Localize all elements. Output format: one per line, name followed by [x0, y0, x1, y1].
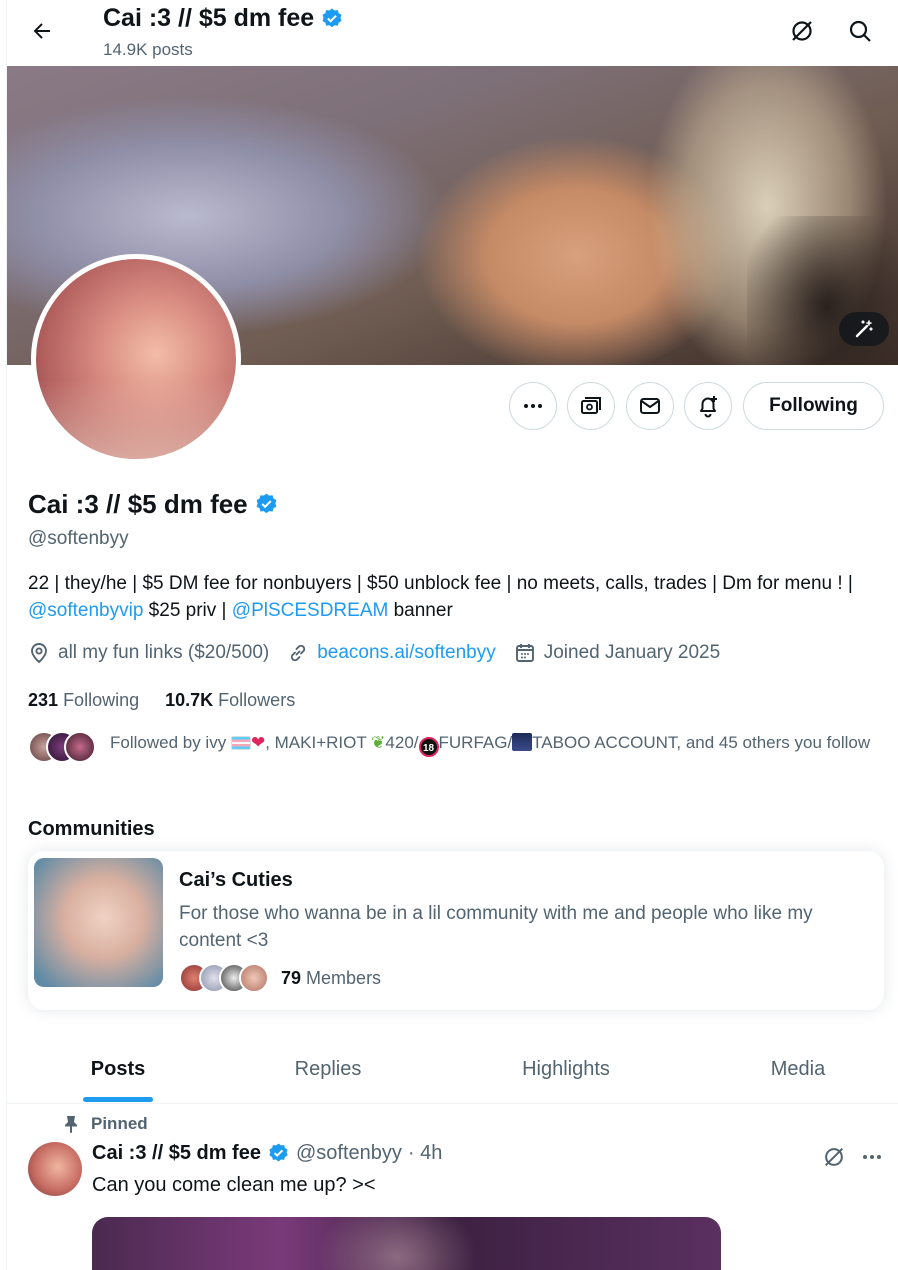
- post-author-avatar[interactable]: [28, 1142, 82, 1196]
- tab-posts[interactable]: Posts: [62, 1035, 174, 1104]
- more-button[interactable]: [509, 382, 557, 430]
- more-icon: [524, 404, 542, 408]
- notifications-button[interactable]: [684, 382, 732, 430]
- post-author-handle[interactable]: @softenbyy: [296, 1142, 402, 1165]
- location-icon: [31, 643, 47, 664]
- community-member-count: 79 Members: [281, 967, 382, 988]
- transgender-flag-icon: [230, 736, 251, 750]
- profile-website[interactable]: beacons.ai/softenbyy: [287, 642, 496, 664]
- bio-mention-link[interactable]: @PlSCESDREAM: [232, 600, 389, 621]
- profile-stats: 231 Following 10.7K Followers: [28, 690, 295, 711]
- active-tab-indicator: [83, 1097, 153, 1102]
- verified-badge-icon: [322, 8, 342, 27]
- avatar: [239, 963, 269, 993]
- profile-meta: all my fun links ($20/500) beacons.ai/so…: [28, 642, 720, 664]
- header-title: Cai :3 // $5 dm fee: [103, 4, 344, 33]
- website-link[interactable]: beacons.ai/softenbyy: [317, 642, 496, 664]
- profile-avatar[interactable]: [31, 254, 241, 464]
- edit-image-button[interactable]: [839, 312, 889, 346]
- followed-by-avatars: [28, 731, 98, 763]
- community-description: For those who wanna be in a lil communit…: [179, 903, 813, 951]
- post-more-button[interactable]: [857, 1142, 887, 1172]
- community-image: [34, 858, 163, 987]
- back-arrow-icon: [33, 23, 50, 39]
- tab-highlights[interactable]: Highlights: [497, 1035, 635, 1104]
- post-author-name[interactable]: Cai :3 // $5 dm fee: [92, 1142, 261, 1165]
- search-button[interactable]: [843, 14, 877, 48]
- no-under-18-icon: 18: [418, 737, 439, 757]
- pinned-label: Pinned: [63, 1114, 148, 1134]
- grok-icon: [792, 21, 812, 41]
- profile-page: Cai :3 // $5 dm fee 14.9K posts Followin…: [6, 0, 898, 1270]
- communities-heading: Communities: [28, 818, 155, 840]
- profile-bio: 22 | they/he | $5 DM fee for nonbuyers |…: [28, 573, 853, 621]
- community-card[interactable]: Cai’s Cuties For those who wanna be in a…: [28, 851, 884, 1010]
- subscribe-button[interactable]: [567, 382, 615, 430]
- profile-name: Cai :3 // $5 dm fee: [28, 489, 279, 520]
- avatar: [64, 731, 96, 763]
- post-timestamp[interactable]: · 4h: [408, 1142, 442, 1165]
- pin-icon: [65, 1116, 77, 1133]
- bio-mention-link[interactable]: @softenbyvip: [28, 600, 143, 621]
- post-media-image[interactable]: [92, 1217, 721, 1270]
- message-icon: [640, 398, 660, 414]
- profile-tabs: Posts Replies Highlights Media: [7, 1035, 898, 1104]
- tab-media[interactable]: Media: [749, 1035, 847, 1104]
- grok-button[interactable]: [785, 14, 819, 48]
- profile-joined: Joined January 2025: [514, 642, 720, 664]
- leaf-icon: ❦: [371, 733, 386, 752]
- profile-handle: @softenbyy: [28, 528, 129, 549]
- post-header: Cai :3 // $5 dm fee @softenbyy · 4h: [92, 1142, 442, 1165]
- calendar-icon: [515, 644, 534, 662]
- followers-count-link[interactable]: 10.7K Followers: [165, 690, 295, 711]
- search-icon: [849, 20, 871, 42]
- header-post-count: 14.9K posts: [103, 40, 193, 59]
- night-city-icon: [512, 733, 533, 751]
- profile-display-name: Cai :3 // $5 dm fee: [28, 489, 248, 519]
- following-count-link[interactable]: 231 Following: [28, 690, 139, 711]
- community-members: 79 Members: [179, 962, 381, 994]
- profile-location: all my fun links ($20/500): [28, 642, 269, 664]
- link-icon: [291, 644, 306, 662]
- community-name: Cai’s Cuties: [179, 869, 293, 891]
- more-icon: [863, 1155, 881, 1159]
- header-name: Cai :3 // $5 dm fee: [103, 4, 315, 32]
- top-header: Cai :3 // $5 dm fee 14.9K posts: [7, 0, 898, 66]
- post-text: Can you come clean me up? ><: [92, 1174, 376, 1196]
- heart-icon: ❤: [250, 733, 266, 752]
- following-button[interactable]: Following: [743, 382, 884, 430]
- grok-icon: [824, 1147, 844, 1167]
- tab-replies[interactable]: Replies: [273, 1035, 383, 1104]
- verified-badge-icon: [269, 1143, 288, 1162]
- verified-badge-icon[interactable]: [254, 492, 279, 517]
- back-button[interactable]: [25, 14, 59, 48]
- notification-bell-icon: [700, 396, 717, 418]
- followed-by-text: Followed by ivy ❤, MAKI+RIOT ❦420/18 FURF…: [110, 732, 880, 757]
- message-button[interactable]: [626, 382, 674, 430]
- subscription-icon: [581, 397, 601, 414]
- grok-button[interactable]: [819, 1142, 849, 1172]
- magic-wand-icon: [855, 320, 873, 338]
